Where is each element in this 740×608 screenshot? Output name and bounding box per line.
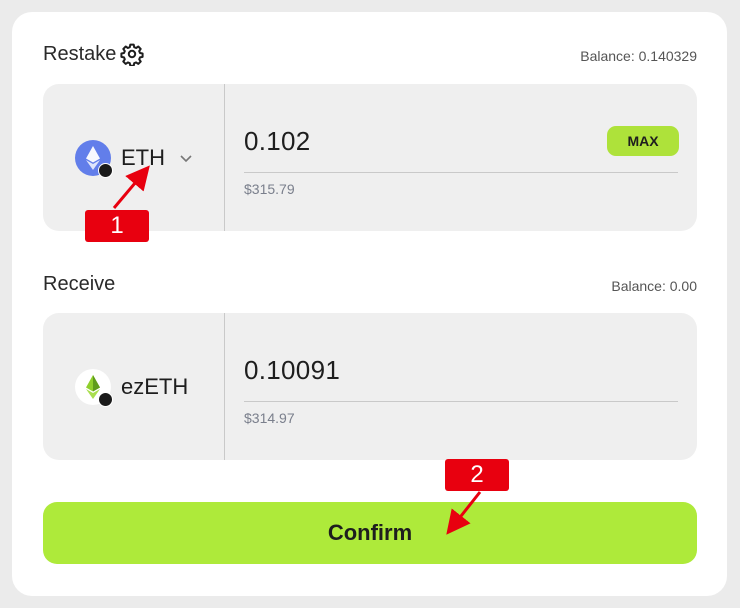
eth-token-icon (75, 139, 113, 178)
restake-card: Restake Balance: 0.140329 ETH 0.102 MAX … (12, 12, 727, 596)
amount-underline (244, 401, 678, 402)
restake-panel: ETH 0.102 MAX $315.79 (43, 84, 697, 231)
receive-balance: Balance: 0.00 (611, 278, 697, 294)
receive-panel: ezETH 0.10091 $314.97 (43, 313, 697, 460)
receive-amount: 0.10091 (244, 355, 341, 385)
restake-balance: Balance: 0.140329 (580, 48, 697, 64)
max-button[interactable]: MAX (607, 126, 679, 156)
panel-divider (224, 313, 225, 460)
restake-token-name: ETH (121, 144, 165, 170)
restake-title: Restake (43, 42, 117, 65)
receive-token: ezETH (75, 313, 188, 460)
confirm-button[interactable]: Confirm (43, 502, 697, 564)
restake-usd-value: $315.79 (244, 181, 295, 197)
receive-title: Receive (43, 273, 116, 295)
panel-divider (224, 84, 225, 231)
token-selector[interactable]: ETH (75, 84, 195, 231)
clock-badge-icon (98, 162, 113, 178)
receive-usd-value: $314.97 (244, 410, 295, 426)
receive-token-name: ezETH (121, 373, 189, 399)
ezeth-token-icon (75, 368, 113, 407)
clock-badge-icon (98, 391, 113, 407)
chevron-down-icon (180, 154, 192, 162)
restake-amount-input[interactable]: 0.102 (244, 126, 311, 157)
gear-icon[interactable] (120, 42, 144, 66)
amount-underline (244, 172, 678, 173)
restake-title-row: Restake (43, 42, 144, 66)
annotation-label-1: 1 (85, 210, 149, 242)
annotation-label-2: 2 (445, 459, 509, 491)
receive-title-row: Receive (43, 273, 115, 296)
